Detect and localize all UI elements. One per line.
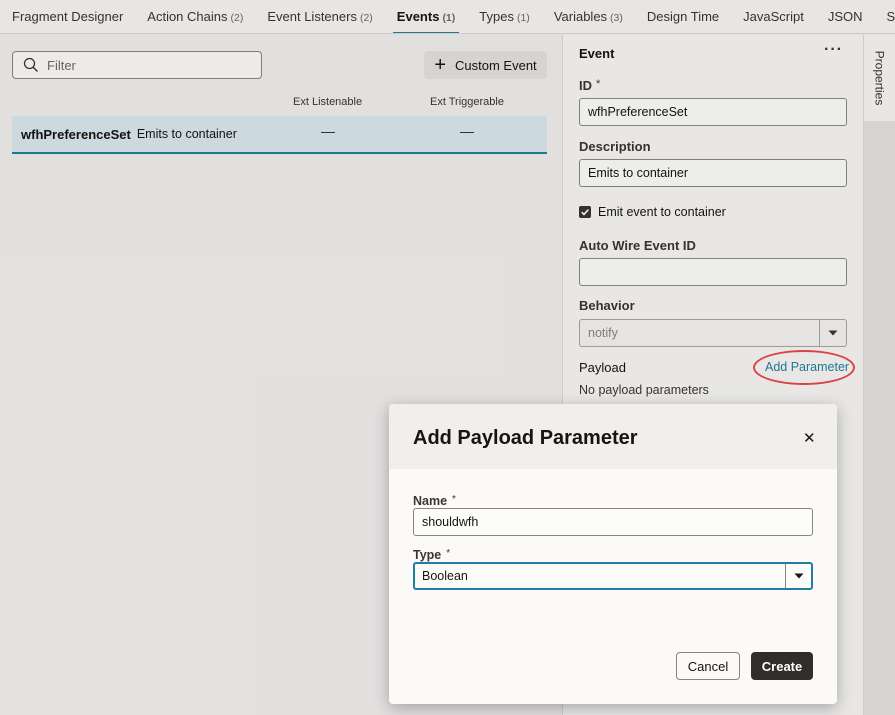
create-button[interactable]: Create — [751, 652, 813, 680]
chevron-down-icon[interactable] — [785, 564, 811, 588]
type-select[interactable]: Boolean — [413, 562, 813, 590]
name-label: Name * — [413, 494, 456, 508]
dialog-title: Add Payload Parameter — [413, 427, 638, 449]
type-label-text: Type — [413, 548, 442, 562]
cancel-button[interactable]: Cancel — [676, 652, 740, 680]
type-label: Type * — [413, 548, 450, 562]
dialog-header: Add Payload Parameter ✕ — [389, 404, 837, 469]
add-payload-parameter-dialog: Add Payload Parameter ✕ Name * shouldwfh … — [389, 404, 837, 704]
type-value: Boolean — [422, 569, 468, 583]
required-marker: * — [452, 494, 456, 505]
name-field[interactable]: shouldwfh — [413, 508, 813, 536]
close-icon[interactable]: ✕ — [803, 429, 816, 447]
name-label-text: Name — [413, 494, 448, 508]
required-marker: * — [446, 548, 451, 559]
